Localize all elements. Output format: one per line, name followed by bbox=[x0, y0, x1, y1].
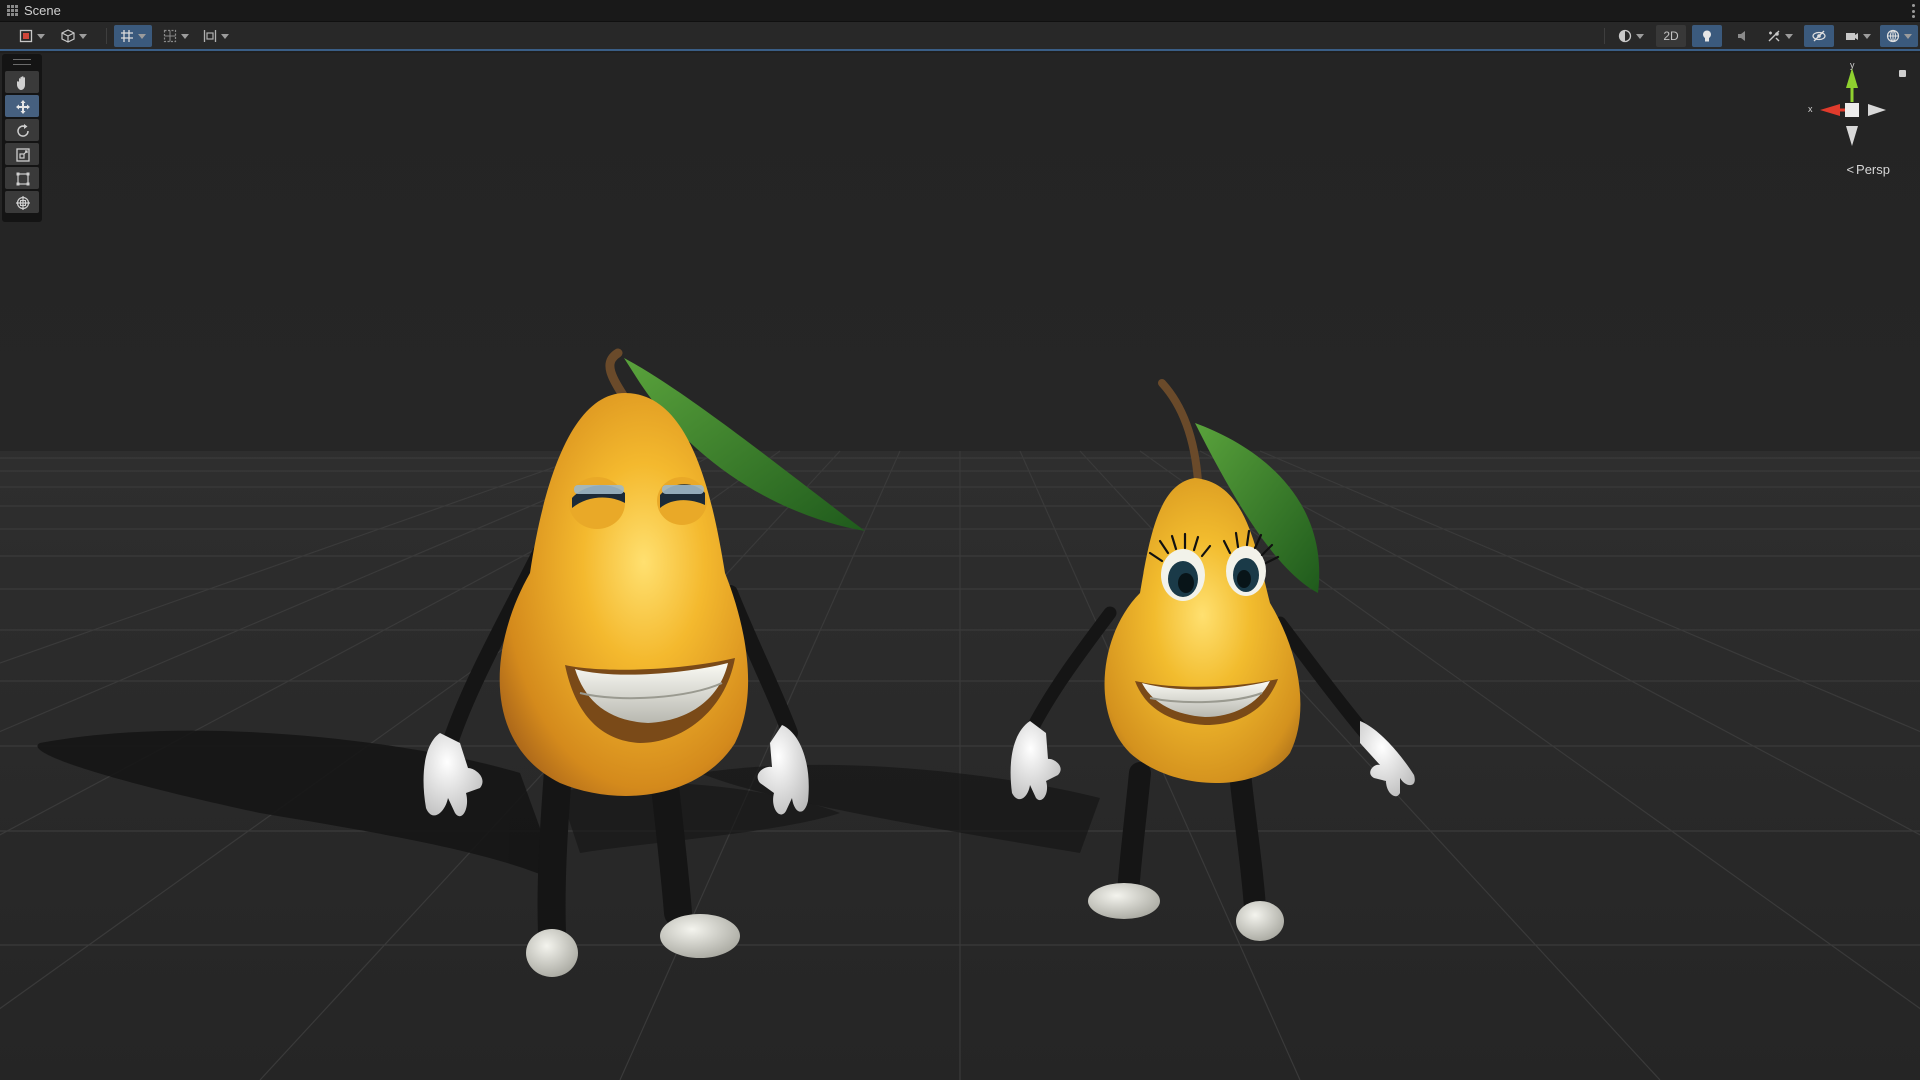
hand-icon bbox=[15, 75, 29, 90]
grid-snap-dropdown[interactable] bbox=[114, 25, 152, 47]
gizmo-x-label: x bbox=[1808, 104, 1813, 114]
scene-tab-bar: Scene bbox=[0, 0, 1920, 22]
scene-toolbar: 2D bbox=[0, 22, 1920, 51]
audio-toggle[interactable] bbox=[1728, 25, 1758, 47]
chevron-left-icon: < bbox=[1846, 162, 1855, 177]
align-dropdown[interactable] bbox=[198, 25, 234, 47]
palette-drag-handle[interactable] bbox=[13, 59, 31, 65]
toolbar-separator bbox=[1604, 28, 1605, 44]
chevron-down-icon bbox=[79, 33, 87, 39]
2d-toggle-label: 2D bbox=[1663, 29, 1679, 43]
camera-icon bbox=[1845, 29, 1859, 43]
effects-icon bbox=[1767, 29, 1781, 43]
rotate-tool[interactable] bbox=[5, 119, 39, 141]
camera-dropdown[interactable] bbox=[1840, 25, 1876, 47]
gizmos-dropdown[interactable] bbox=[1880, 25, 1918, 47]
scene-visibility-toggle[interactable] bbox=[1804, 25, 1834, 47]
toolbar-separator bbox=[106, 28, 107, 44]
effects-dropdown[interactable] bbox=[1762, 25, 1798, 47]
gizmo-y-label: y bbox=[1850, 60, 1855, 70]
move-arrows-icon bbox=[15, 99, 30, 114]
scene-tab-title[interactable]: Scene bbox=[24, 3, 61, 18]
align-icon bbox=[203, 29, 217, 43]
speaker-icon bbox=[1736, 29, 1750, 43]
chevron-down-icon bbox=[1785, 33, 1793, 39]
chevron-down-icon bbox=[181, 33, 189, 39]
draw-mode-dropdown[interactable] bbox=[14, 25, 50, 47]
lighting-toggle[interactable] bbox=[1692, 25, 1722, 47]
chevron-down-icon bbox=[221, 33, 229, 39]
sphere-icon bbox=[1618, 29, 1632, 43]
scene-viewport[interactable] bbox=[0, 53, 1920, 1080]
chevron-down-icon bbox=[1904, 33, 1912, 39]
rotate-icon bbox=[15, 123, 29, 137]
scene-render bbox=[0, 53, 1920, 1080]
cube-icon bbox=[61, 29, 75, 43]
2d-toggle[interactable]: 2D bbox=[1656, 25, 1686, 47]
transform-tool[interactable] bbox=[5, 191, 39, 213]
lock-icon[interactable] bbox=[1899, 70, 1906, 77]
incremental-snap-dropdown[interactable] bbox=[158, 25, 194, 47]
tool-palette bbox=[2, 54, 42, 222]
chevron-down-icon bbox=[37, 33, 45, 39]
render-mode-icon bbox=[19, 29, 33, 43]
transform-icon bbox=[15, 195, 30, 210]
shading-dropdown[interactable] bbox=[56, 25, 92, 47]
move-tool[interactable] bbox=[5, 95, 39, 117]
view-tool[interactable] bbox=[5, 71, 39, 93]
chevron-down-icon bbox=[1863, 33, 1871, 39]
scale-icon bbox=[15, 147, 30, 162]
scale-tool[interactable] bbox=[5, 143, 39, 165]
projection-label: Persp bbox=[1856, 162, 1890, 177]
globe-icon bbox=[1886, 29, 1900, 43]
chevron-down-icon bbox=[1636, 33, 1644, 39]
grid-icon bbox=[7, 4, 19, 17]
kebab-icon[interactable] bbox=[1912, 4, 1915, 18]
projection-toggle[interactable]: < Persp bbox=[1846, 162, 1890, 177]
rect-transform-icon bbox=[15, 171, 30, 186]
scene-window: Scene 2D y x < Persp bbox=[0, 0, 1920, 1080]
lightbulb-icon bbox=[1700, 29, 1714, 43]
snap-icon bbox=[163, 29, 177, 43]
grid-snap-icon bbox=[120, 29, 134, 43]
eye-slash-icon bbox=[1812, 29, 1826, 43]
chevron-down-icon bbox=[138, 33, 146, 39]
rect-tool[interactable] bbox=[5, 167, 39, 189]
draw-shading-dropdown[interactable] bbox=[1612, 25, 1650, 47]
